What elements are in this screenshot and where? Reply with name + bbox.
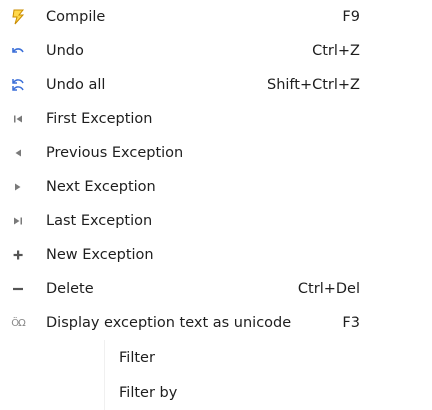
minus-icon xyxy=(10,281,26,297)
menu-item-new-exception[interactable]: New Exception xyxy=(0,238,370,272)
menu-item-shortcut: Shift+Ctrl+Z xyxy=(267,77,360,93)
menu-item-label: First Exception xyxy=(46,111,153,127)
menu-item-label: Next Exception xyxy=(46,179,156,195)
submenu-item-label: Filter xyxy=(119,349,155,366)
menu-item-first-exception[interactable]: First Exception xyxy=(0,102,370,136)
next-icon xyxy=(10,179,26,195)
menu-item-label: Last Exception xyxy=(46,213,153,229)
menu-item-previous-exception[interactable]: Previous Exception xyxy=(0,136,370,170)
first-icon xyxy=(10,111,26,127)
lightning-icon xyxy=(10,9,26,25)
menu-item-label: Undo xyxy=(46,43,84,59)
menu-item-label: Delete xyxy=(46,281,94,297)
menu-item-shortcut: Ctrl+Del xyxy=(297,281,360,297)
menu-item-undo[interactable]: Undo Ctrl+Z xyxy=(0,34,370,68)
menu-item-label: Display exception text as unicode xyxy=(46,315,292,331)
filter-submenu: Filter Filter by xyxy=(104,340,305,410)
menu-item-shortcut: F3 xyxy=(342,315,360,331)
previous-icon xyxy=(10,145,26,161)
last-icon xyxy=(10,213,26,229)
undo-icon xyxy=(10,43,26,59)
menu-item-label: Compile xyxy=(46,9,106,25)
menu-item-compile[interactable]: Compile F9 xyxy=(0,0,370,34)
menu-item-delete[interactable]: Delete Ctrl+Del xyxy=(0,272,370,306)
menu-item-shortcut: Ctrl+Z xyxy=(312,43,360,59)
omega-icon: ÖΩ xyxy=(11,317,26,329)
menu-item-undo-all[interactable]: Undo all Shift+Ctrl+Z xyxy=(0,68,370,102)
menu-item-shortcut: F9 xyxy=(342,9,360,25)
undo-all-icon xyxy=(10,77,26,93)
context-menu: Compile F9 Undo Ctrl+Z Undo all Shift+Ct… xyxy=(0,0,370,340)
submenu-item-filter-by[interactable]: Filter by xyxy=(105,375,305,410)
menu-item-display-unicode[interactable]: ÖΩ Display exception text as unicode F3 xyxy=(0,306,370,340)
menu-item-next-exception[interactable]: Next Exception xyxy=(0,170,370,204)
menu-item-label: Undo all xyxy=(46,77,106,93)
menu-item-label: Previous Exception xyxy=(46,145,184,161)
menu-item-label: New Exception xyxy=(46,247,154,263)
menu-item-last-exception[interactable]: Last Exception xyxy=(0,204,370,238)
submenu-item-filter[interactable]: Filter xyxy=(105,340,305,375)
plus-icon xyxy=(10,247,26,263)
submenu-item-label: Filter by xyxy=(119,384,178,401)
